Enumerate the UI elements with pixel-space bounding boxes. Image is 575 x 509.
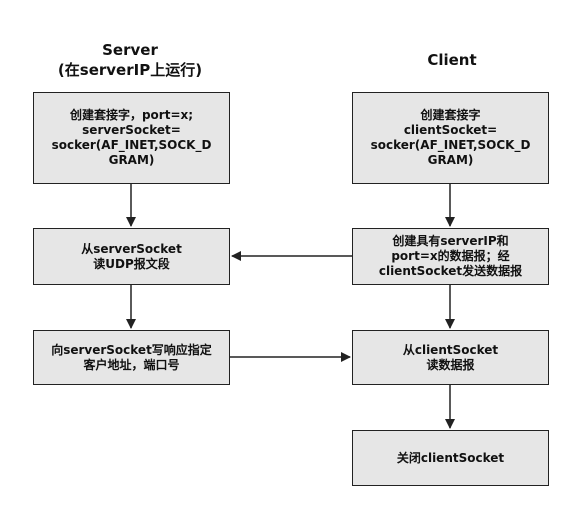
server-write-response-label: 向serverSocket写响应指定 客户地址，端口号 xyxy=(51,342,212,372)
server-read-udp-label: 从serverSocket 读UDP报文段 xyxy=(81,241,182,271)
client-create-socket-label: 创建套接字 clientSocket= socker(AF_INET,SOCK_… xyxy=(370,108,531,167)
client-send-datagram-label: 创建具有serverIP和 port=x的数据报；经 clientSocket发… xyxy=(378,234,523,278)
client-create-socket-box: 创建套接字 clientSocket= socker(AF_INET,SOCK_… xyxy=(352,92,549,184)
client-read-datagram-label: 从clientSocket 读数据报 xyxy=(402,342,499,372)
server-write-response-box: 向serverSocket写响应指定 客户地址，端口号 xyxy=(33,330,230,385)
server-create-socket-box: 创建套接字，port=x; serverSocket= socker(AF_IN… xyxy=(33,92,230,184)
client-send-datagram-box: 创建具有serverIP和 port=x的数据报；经 clientSocket发… xyxy=(352,228,549,285)
client-close-socket-label: 关闭clientSocket xyxy=(396,450,505,465)
server-create-socket-label: 创建套接字，port=x; serverSocket= socker(AF_IN… xyxy=(51,108,212,167)
server-read-udp-box: 从serverSocket 读UDP报文段 xyxy=(33,228,230,285)
client-read-datagram-box: 从clientSocket 读数据报 xyxy=(352,330,549,385)
client-close-socket-box: 关闭clientSocket xyxy=(352,430,549,486)
